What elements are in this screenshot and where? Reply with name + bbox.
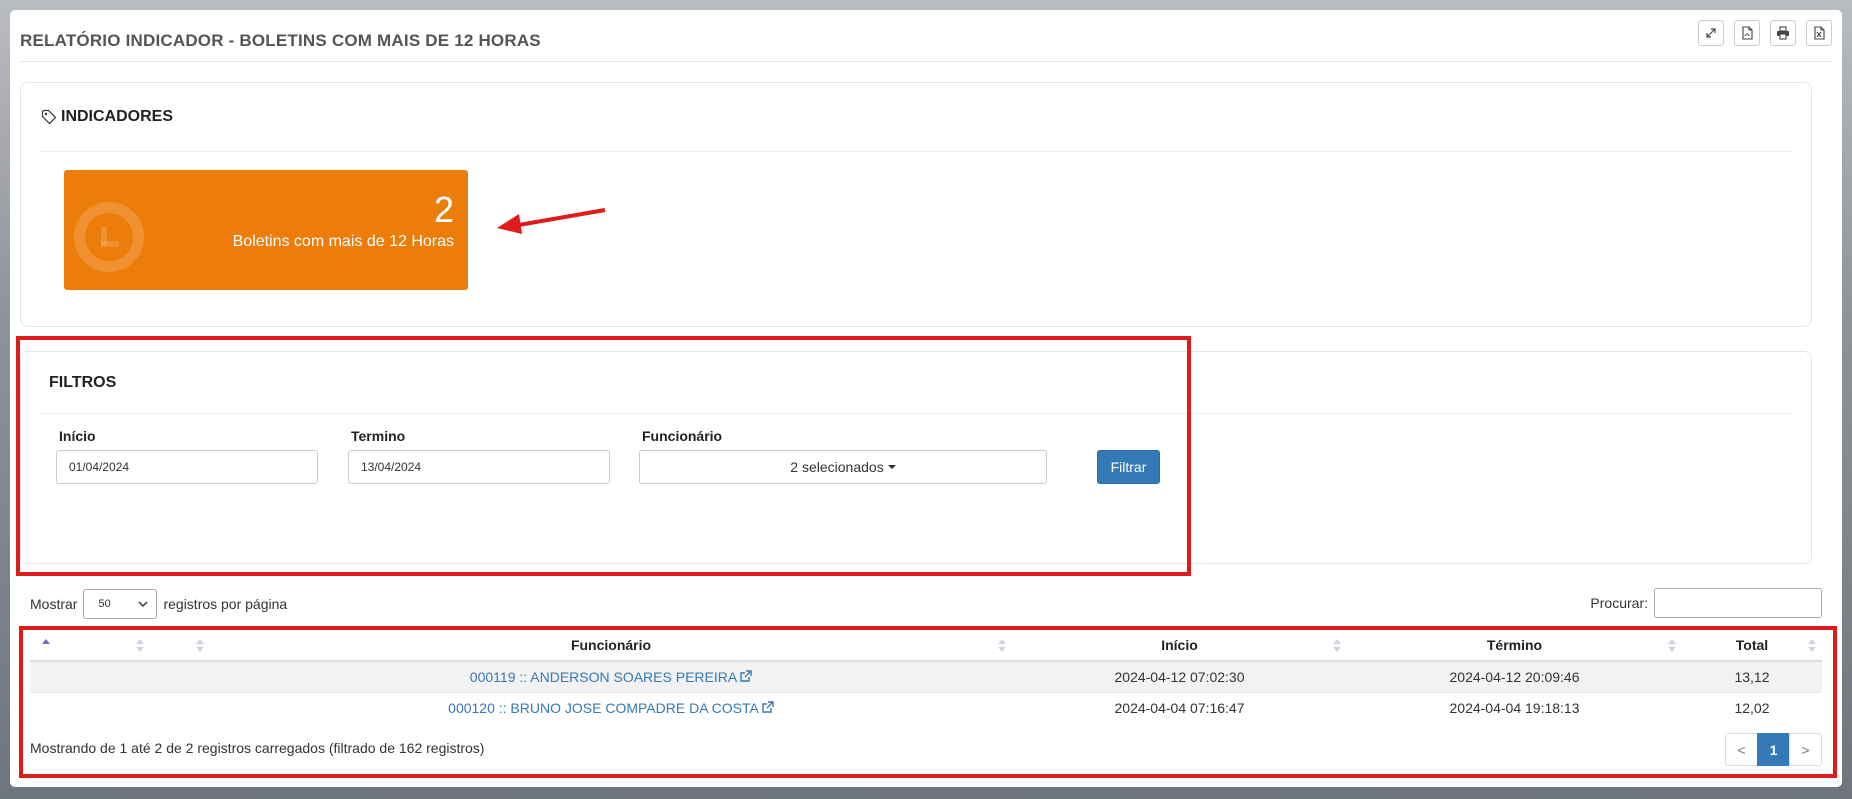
expand-button[interactable] xyxy=(1698,20,1724,46)
indicator-box[interactable]: 2 Boletins com mais de 12 Horas xyxy=(64,170,468,290)
search-label: Procurar: xyxy=(1590,595,1648,611)
show-label: Mostrar xyxy=(30,596,78,612)
indicators-title: INDICADORES xyxy=(61,108,174,125)
print-icon xyxy=(1777,26,1789,40)
page-length-select[interactable]: 50 xyxy=(83,589,158,619)
indicator-label: Boletins com mais de 12 Horas xyxy=(232,233,454,250)
tag-icon xyxy=(41,109,57,125)
print-button[interactable] xyxy=(1770,20,1796,46)
toolbar xyxy=(1698,20,1832,46)
search-input[interactable] xyxy=(1654,588,1822,618)
chevron-down-icon xyxy=(138,601,148,608)
clock-icon xyxy=(74,202,144,272)
indicators-card: INDICADORES 2 Boletins com mais de 12 Ho… xyxy=(20,82,1812,327)
annotation-arrow xyxy=(497,208,606,234)
excel-icon xyxy=(1814,26,1825,40)
indicators-header: INDICADORES xyxy=(41,83,1791,152)
per-page-label: registros por página xyxy=(163,596,288,612)
highlight-filters xyxy=(16,336,1191,576)
expand-icon xyxy=(1706,28,1716,38)
pdf-icon xyxy=(1742,26,1753,40)
page-title: RELATÓRIO INDICADOR - BOLETINS COM MAIS … xyxy=(20,31,541,50)
page-length-value: 50 xyxy=(98,598,111,610)
export-excel-button[interactable] xyxy=(1806,20,1832,46)
export-pdf-button[interactable] xyxy=(1734,20,1760,46)
indicator-value: 2 xyxy=(433,189,454,230)
title-divider xyxy=(20,61,1832,62)
highlight-table xyxy=(19,626,1837,778)
search-control: Procurar: xyxy=(1590,588,1822,618)
page-length-control: Mostrar 50 registros por página xyxy=(30,589,287,619)
